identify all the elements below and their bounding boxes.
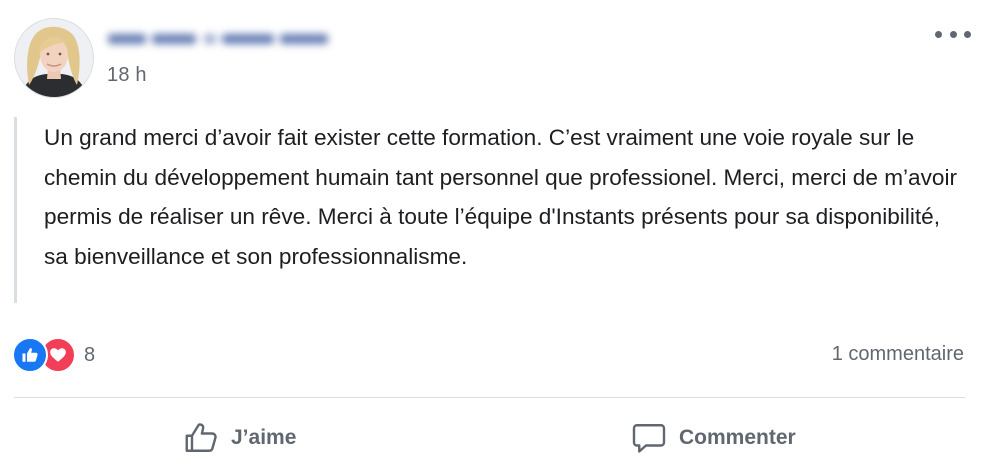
comment-button[interactable]: Commenter [631, 416, 796, 460]
reaction-count: 8 [84, 343, 96, 366]
thumbs-up-outline-icon [183, 420, 219, 456]
comment-count-link[interactable]: 1 commentaire [832, 343, 964, 366]
thumbs-up-icon [12, 337, 48, 373]
author-name[interactable] [108, 28, 330, 50]
post-timestamp[interactable]: 18 h [107, 64, 147, 87]
divider [14, 397, 965, 398]
speech-bubble-icon [631, 420, 667, 456]
like-button[interactable]: J’aime [183, 416, 296, 460]
like-button-label: J’aime [231, 426, 297, 449]
more-options-button[interactable] [935, 26, 971, 42]
post-quote-block: Un grand merci d’avoir fait exister cett… [14, 117, 957, 303]
comment-button-label: Commenter [679, 426, 796, 449]
avatar[interactable] [14, 18, 94, 98]
post-text: Un grand merci d’avoir fait exister cett… [44, 125, 958, 269]
facebook-post: 18 h Un grand merci d’avoir fait exister… [0, 0, 989, 465]
reactions-summary[interactable]: 8 [12, 337, 95, 373]
more-horizontal-icon [935, 30, 971, 38]
avatar-photo [15, 19, 93, 97]
